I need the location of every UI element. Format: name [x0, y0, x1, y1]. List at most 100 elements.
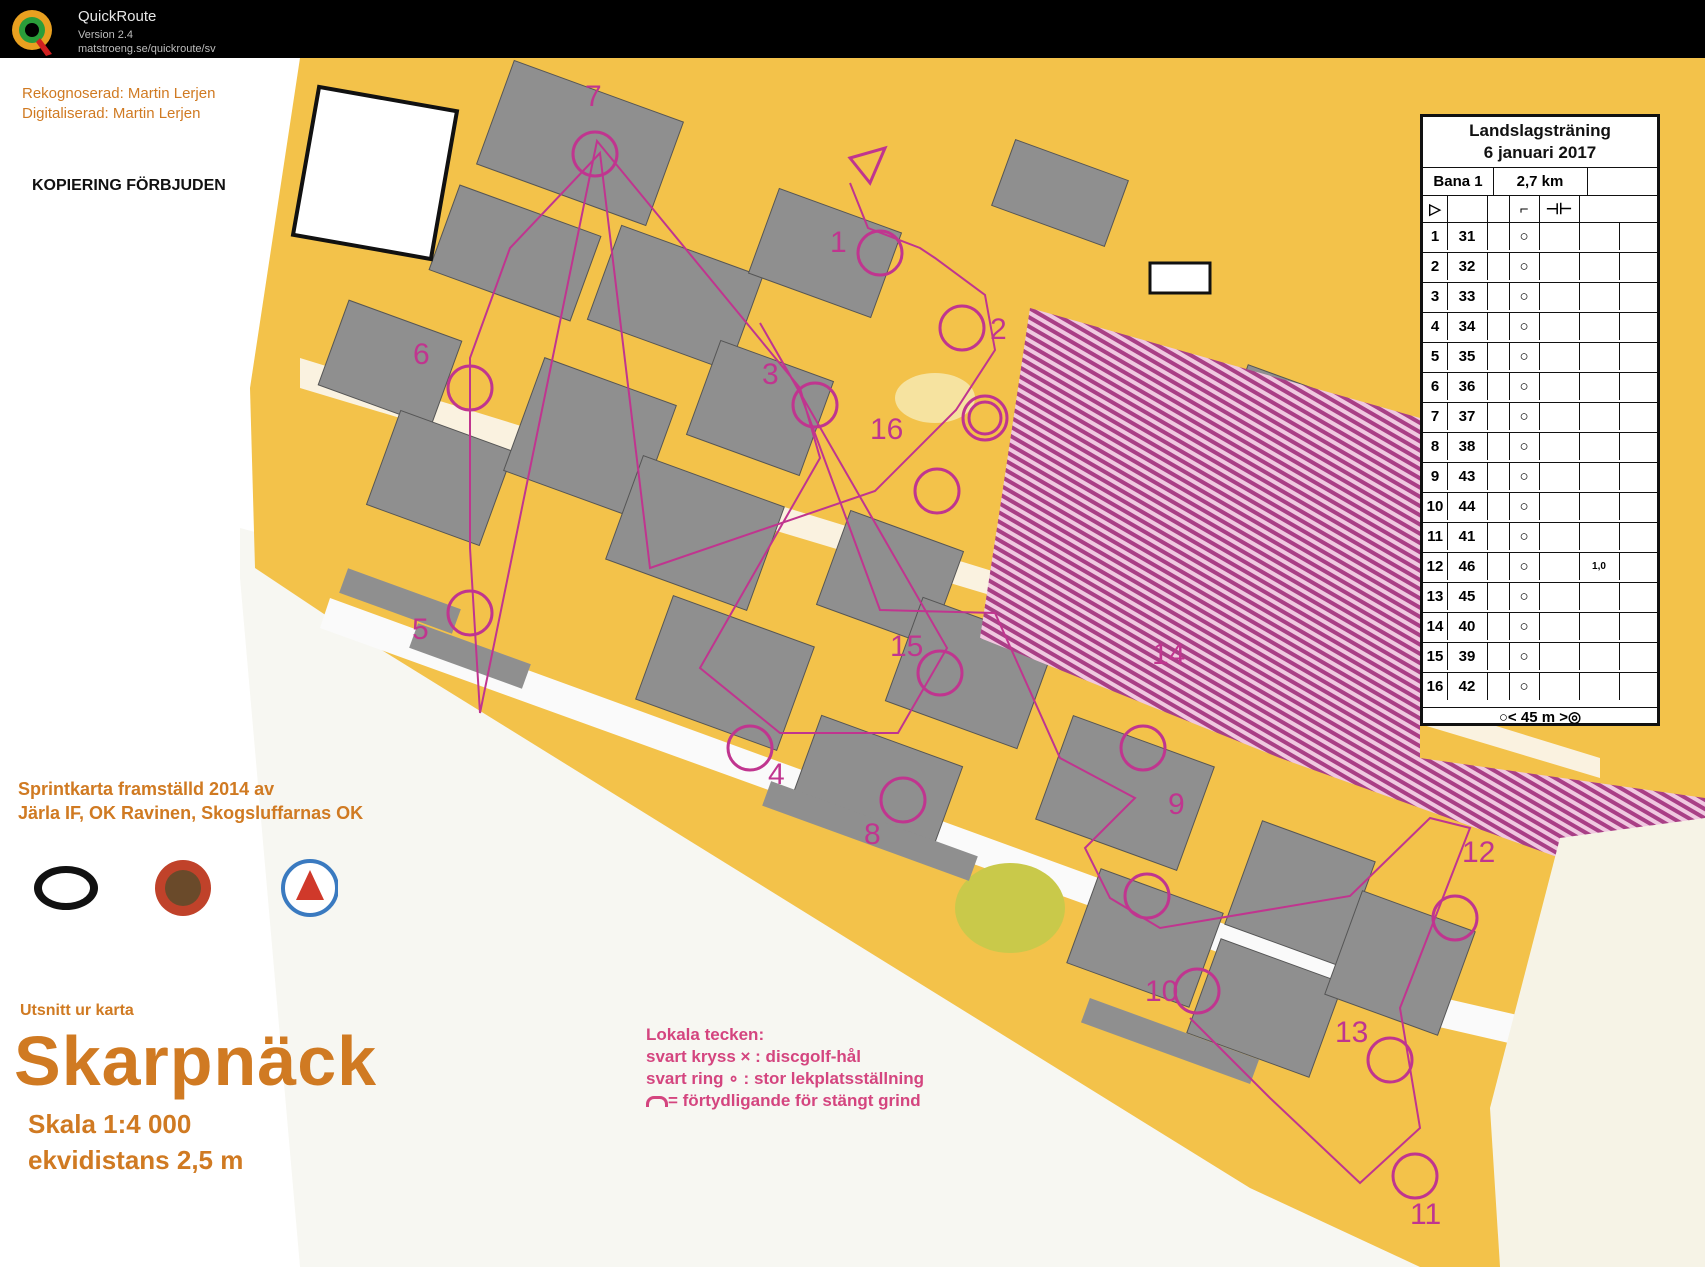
control-row-number: 9 [1423, 463, 1448, 490]
control-row-symbol-cell [1539, 313, 1580, 340]
course-name: Bana 1 [1423, 168, 1494, 195]
control-row-symbol-cell [1487, 283, 1510, 310]
control-row: 3 33 ○ [1423, 282, 1658, 310]
surveyed-by: Rekognoserad: Martin Lerjen [22, 85, 216, 102]
control-row: 14 40 ○ [1423, 612, 1658, 640]
control-row: 1 31 ○ [1423, 222, 1658, 250]
control-row-symbol-cell [1619, 583, 1658, 610]
control-row-symbol-cell [1619, 493, 1658, 520]
control-row-code: 46 [1447, 553, 1488, 580]
feature-symbol-icon: ○ [1509, 523, 1540, 550]
fence-icon: ⌐ [1509, 196, 1540, 223]
control-row-code: 35 [1447, 343, 1488, 370]
control-row-symbol-cell [1619, 223, 1658, 250]
control-number-10: 10 [1145, 975, 1179, 1008]
quickroute-logo-icon [12, 10, 52, 56]
control-row-symbol-cell [1579, 523, 1620, 550]
digitized-by: Digitaliserad: Martin Lerjen [22, 105, 201, 122]
control-row-symbol-cell [1487, 253, 1510, 280]
control-row-symbol-cell [1539, 463, 1580, 490]
control-number-12: 12 [1462, 836, 1496, 869]
control-row-number: 13 [1423, 583, 1448, 610]
control-row-code: 39 [1447, 643, 1488, 670]
control-row-code: 41 [1447, 523, 1488, 550]
feature-symbol-icon: ○ [1509, 313, 1540, 340]
crossing-icon: ⊣⊢ [1539, 196, 1580, 223]
control-row-symbol-cell [1487, 463, 1510, 490]
made-by-line-1: Sprintkarta framställd 2014 av [18, 779, 275, 799]
local-symbol-discgolf: svart kryss × : discgolf-hål [646, 1047, 861, 1066]
control-row-symbol-cell [1619, 343, 1658, 370]
ok-ravinen-logo-icon [155, 860, 211, 916]
control-row-symbol-cell [1487, 583, 1510, 610]
control-row-symbol-cell [1539, 523, 1580, 550]
control-row: 8 38 ○ [1423, 432, 1658, 460]
control-row-symbol-cell [1579, 493, 1620, 520]
control-row-code: 40 [1447, 613, 1488, 640]
control-row-code: 38 [1447, 433, 1488, 460]
control-row-code: 42 [1447, 673, 1488, 700]
control-row-symbol-cell [1487, 673, 1510, 700]
control-row-code: 36 [1447, 373, 1488, 400]
control-row: 7 37 ○ [1423, 402, 1658, 430]
control-number-7: 7 [585, 80, 602, 113]
control-row-symbol-cell [1579, 673, 1620, 700]
feature-symbol-icon: ○ [1509, 373, 1540, 400]
control-row-symbol-cell [1539, 643, 1580, 670]
control-row-symbol-cell [1539, 343, 1580, 370]
control-number-5: 5 [412, 613, 429, 646]
control-row-symbol-cell [1539, 223, 1580, 250]
control-row: 9 43 ○ [1423, 462, 1658, 490]
control-row-symbol-cell [1487, 523, 1510, 550]
control-row-code: 45 [1447, 583, 1488, 610]
control-row: 15 39 ○ [1423, 642, 1658, 670]
control-row-symbol-cell [1579, 223, 1620, 250]
feature-symbol-icon: ○ [1509, 433, 1540, 460]
feature-symbol-icon: ○ [1509, 673, 1540, 700]
control-row-number: 5 [1423, 343, 1448, 370]
control-number-11: 11 [1410, 1198, 1442, 1231]
control-row-symbol-cell [1619, 553, 1658, 580]
control-row-symbol-cell [1539, 553, 1580, 580]
control-row-number: 11 [1423, 523, 1448, 550]
control-row-symbol-cell [1579, 643, 1620, 670]
control-row-number: 15 [1423, 643, 1448, 670]
control-row-symbol-cell [1619, 313, 1658, 340]
control-row-symbol-cell [1487, 613, 1510, 640]
feature-symbol-icon: ○ [1509, 463, 1540, 490]
control-row: 5 35 ○ [1423, 342, 1658, 370]
control-row-symbol-cell [1487, 643, 1510, 670]
feature-symbol-icon: ○ [1509, 583, 1540, 610]
event-date: 6 januari 2017 [1483, 143, 1597, 162]
skogsluffarnas-logo-icon [281, 859, 338, 917]
control-row-code: 33 [1447, 283, 1488, 310]
control-row-number: 16 [1423, 673, 1448, 700]
start-triangle-icon: ▷ [1423, 196, 1448, 223]
control-row-symbol-cell [1539, 373, 1580, 400]
control-row-symbol-cell [1619, 523, 1658, 550]
start-row: ▷ ⌐ ⊣⊢ [1423, 195, 1657, 223]
app-url: matstroeng.se/quickroute/sv [78, 43, 216, 55]
local-symbols-title: Lokala tecken: [646, 1025, 765, 1044]
map-view[interactable]: Rekognoserad: Martin Lerjen Digitalisera… [0, 58, 1705, 1267]
course-header-row: Bana 1 2,7 km [1423, 167, 1657, 196]
feature-symbol-icon: ○ [1509, 643, 1540, 670]
control-row-symbol-cell [1619, 463, 1658, 490]
control-number-13: 13 [1335, 1016, 1369, 1049]
feature-symbol-icon: ○ [1509, 553, 1540, 580]
control-row-code: 37 [1447, 403, 1488, 430]
control-row-symbol-cell [1619, 283, 1658, 310]
app-name: QuickRoute [78, 8, 157, 25]
feature-symbol-icon: ○ [1509, 283, 1540, 310]
feature-symbol-icon: ○ [1509, 343, 1540, 370]
finish-circle-icon: >◎ [1559, 709, 1582, 726]
control-row: 12 46 ○ 1,0 [1423, 552, 1658, 580]
control-number-9: 9 [1168, 788, 1185, 821]
control-row-symbol-cell [1487, 373, 1510, 400]
control-row-extra: 1,0 [1579, 553, 1620, 580]
jarla-if-logo-icon [34, 866, 98, 910]
control-row-code: 44 [1447, 493, 1488, 520]
control-number-1: 1 [830, 226, 847, 259]
title-bar: QuickRoute Version 2.4 matstroeng.se/qui… [0, 0, 1705, 58]
control-row-symbol-cell [1539, 613, 1580, 640]
